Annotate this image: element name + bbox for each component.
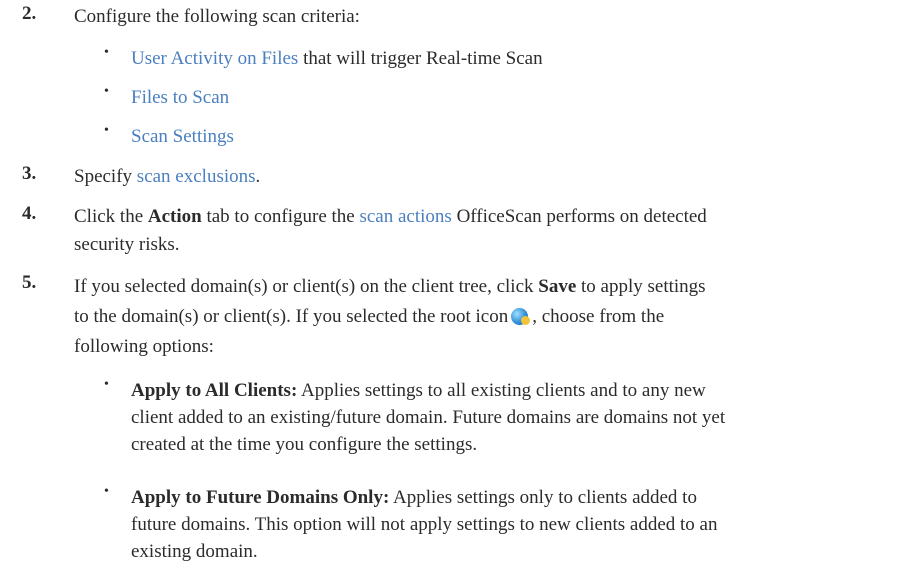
root-globe-icon (511, 308, 531, 325)
option-title: Apply to Future Domains Only: (131, 487, 390, 508)
option-text: Apply to Future Domains Only: Applies se… (131, 484, 901, 565)
step-text-suffix: OfficeScan performs on detected (451, 206, 707, 227)
step-text: Specify scan exclusions. (74, 163, 904, 191)
option-line2: client added to an existing/future domai… (131, 407, 726, 428)
option-line1: Applies settings to all existing clients… (297, 380, 706, 401)
step-text-middle: tab to configure the (201, 206, 360, 227)
step-text-prefix: If you selected domain(s) or client(s) o… (74, 276, 539, 297)
bullet-rest-text: that will trigger Real-time Scan (298, 48, 543, 69)
step-number: 2. (22, 3, 37, 24)
step-text-line2: to the domain(s) or client(s). If you se… (74, 306, 509, 327)
option-text: Apply to All Clients: Applies settings t… (131, 377, 901, 458)
step-number: 3. (22, 163, 37, 184)
step-number: 4. (22, 203, 37, 224)
link-files-to-scan[interactable]: Files to Scan (131, 87, 229, 108)
step-text-line2: security risks. (74, 234, 180, 255)
option-line3: existing domain. (131, 541, 258, 562)
save-button-label: Save (538, 276, 577, 297)
bullet-text: User Activity on Files that will trigger… (131, 45, 901, 72)
bullet-text: Scan Settings (131, 123, 901, 150)
step-text-suffix: to apply settings (576, 276, 706, 297)
bullet-glyph: • (104, 484, 109, 499)
option-title: Apply to All Clients: (131, 380, 298, 401)
bullet-glyph: • (104, 123, 109, 138)
step-text-prefix: Click the (74, 206, 148, 227)
step-number: 5. (22, 272, 37, 293)
step-text-suffix: . (255, 166, 261, 187)
step-text: Click the Action tab to configure the sc… (74, 203, 904, 259)
step-text-line3: following options: (74, 336, 214, 357)
step-text-prefix: Specify (74, 166, 137, 187)
step-text: Configure the following scan criteria: (74, 6, 360, 27)
bullet-text: Files to Scan (131, 84, 901, 111)
link-scan-actions[interactable]: scan actions (359, 206, 451, 227)
step-text: If you selected domain(s) or client(s) o… (74, 272, 904, 362)
option-line1: Applies settings only to clients added t… (389, 487, 697, 508)
action-tab-label: Action (147, 206, 202, 227)
option-line2: future domains. This option will not app… (131, 514, 718, 535)
option-line3: created at the time you configure the se… (131, 434, 478, 455)
bullet-glyph: • (104, 45, 109, 60)
bullet-glyph: • (104, 377, 109, 392)
link-scan-settings[interactable]: Scan Settings (131, 126, 234, 147)
link-scan-exclusions[interactable]: scan exclusions (137, 166, 256, 187)
step-text-line2-suffix: , choose from the (532, 306, 665, 327)
bullet-glyph: • (104, 84, 109, 99)
link-user-activity-on-files[interactable]: User Activity on Files (131, 48, 298, 69)
